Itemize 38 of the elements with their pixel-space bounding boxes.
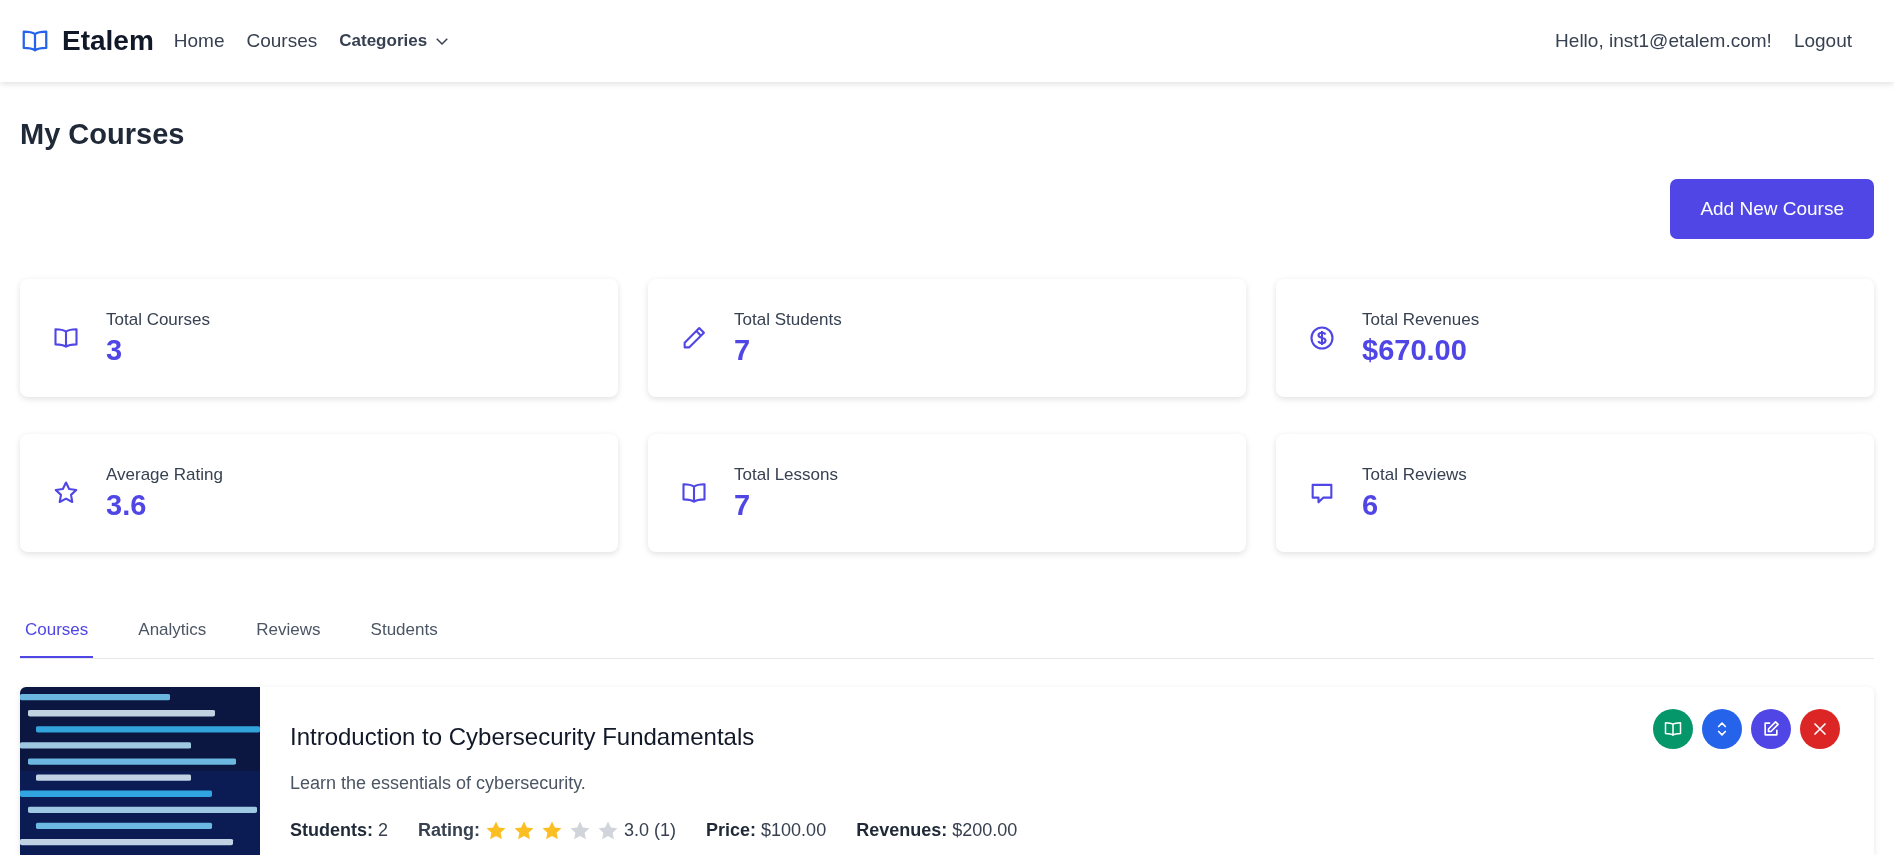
book-button[interactable] (1653, 709, 1693, 749)
stat-label: Total Students (734, 309, 842, 330)
edit-icon (1761, 719, 1781, 739)
stat-label: Total Courses (106, 309, 210, 330)
add-course-button[interactable]: Add New Course (1670, 179, 1874, 239)
course-title: Introduction to Cybersecurity Fundamentals (290, 723, 755, 751)
edit-button[interactable] (1751, 709, 1791, 749)
students-count: Students: 2 (290, 820, 388, 841)
dollar-icon (1308, 324, 1336, 352)
logout-link[interactable]: Logout (1793, 30, 1852, 52)
tab[interactable]: Analytics (133, 610, 212, 658)
close-button[interactable] (1800, 709, 1840, 749)
course-price: Price: $100.00 (706, 820, 827, 841)
greeting-text: Hello, inst1@etalem.com! (1555, 30, 1772, 52)
stat-value: 6 (1362, 488, 1380, 522)
stat-value: 3.6 (106, 488, 148, 522)
stat-value: 3 (106, 333, 124, 367)
stat-value: 7 (734, 488, 752, 522)
nav-link[interactable]: Home (173, 30, 225, 52)
stat-label: Total Reviews (1362, 464, 1467, 485)
stat-value: $670.00 (1362, 333, 1468, 367)
stat-label: Total Lessons (734, 464, 838, 485)
nav-link[interactable]: Courses (246, 30, 318, 52)
page-title: My Courses (20, 118, 186, 151)
course-revenues: Revenues: $200.00 (856, 820, 1018, 841)
tab[interactable]: Courses (20, 610, 94, 658)
stat-value: 7 (734, 333, 752, 367)
book-icon (1663, 719, 1683, 739)
up-down-button[interactable] (1702, 709, 1742, 749)
stat-label: Average Rating (106, 464, 223, 485)
stat-label: Total Revenues (1362, 309, 1480, 330)
rating-label: Rating: (418, 820, 480, 841)
categories-dropdown[interactable]: Categories (339, 31, 452, 51)
tab[interactable]: Students (365, 610, 443, 658)
tab[interactable]: Reviews (251, 610, 326, 658)
brand-name[interactable]: Etalem (62, 25, 154, 57)
course-description: Learn the essentials of cybersecurity. (290, 773, 587, 794)
rating-reading: 3.0 (1) (624, 820, 677, 841)
